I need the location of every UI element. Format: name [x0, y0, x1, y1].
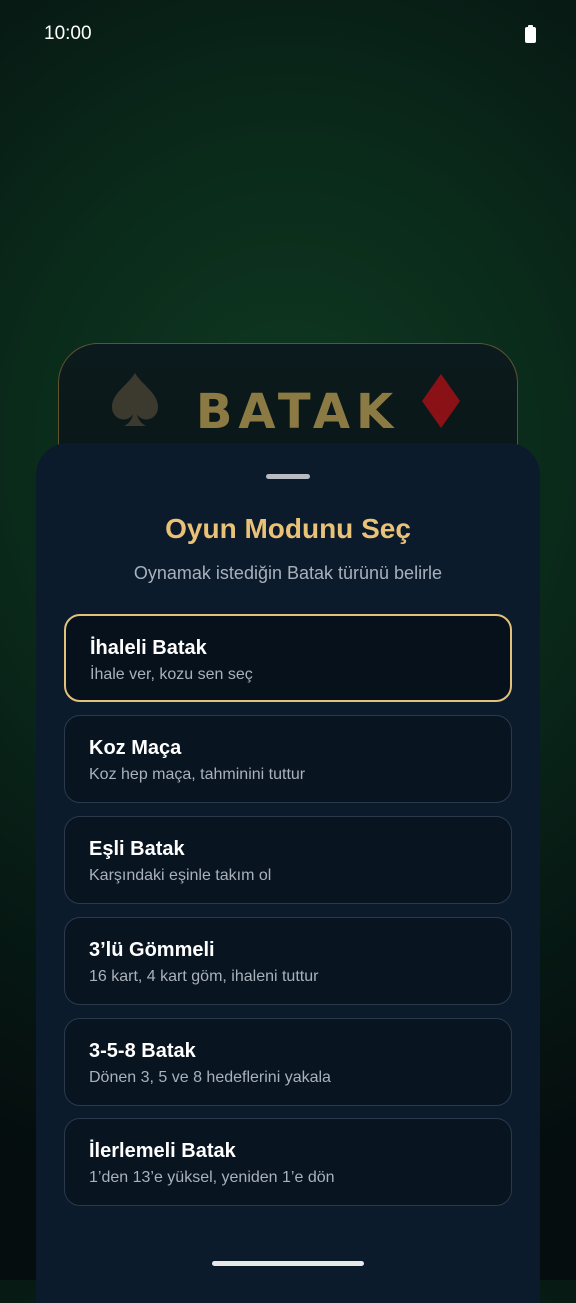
mode-title: İhaleli Batak: [90, 637, 207, 659]
mode-title: İlerlemeli Batak: [89, 1140, 236, 1162]
mode-title: 3-5-8 Batak: [89, 1040, 196, 1062]
home-indicator[interactable]: [212, 1261, 364, 1266]
mode-description: Koz hep maça, tahminini tuttur: [89, 766, 306, 783]
mode-description: Karşındaki eşinle takım ol: [89, 867, 272, 884]
status-time: 10:00: [44, 23, 92, 44]
mode-description: İhale ver, kozu sen seç: [90, 666, 253, 683]
mode-description: 16 kart, 4 kart göm, ihaleni tuttur: [89, 968, 319, 985]
mode-title: Koz Maça: [89, 737, 182, 759]
mode-option-3-5-8-batak[interactable]: 3-5-8 Batak Dönen 3, 5 ve 8 hedeflerini …: [64, 1018, 512, 1106]
mode-option-esli-batak[interactable]: Eşli Batak Karşındaki eşinle takım ol: [64, 816, 512, 904]
mode-bottom-sheet: Oyun Modunu Seç Oynamak istediğin Batak …: [36, 443, 540, 1303]
logo-text: BATAK: [195, 384, 400, 440]
mode-title: Eşli Batak: [89, 838, 185, 860]
mode-title: 3’lü Gömmeli: [89, 939, 215, 961]
battery-icon: [525, 25, 536, 43]
sheet-subtitle: Oynamak istediğin Batak türünü belirle: [133, 563, 443, 583]
mode-description: Dönen 3, 5 ve 8 hedeflerini yakala: [89, 1069, 331, 1086]
mode-option-ihaleli-batak[interactable]: İhaleli Batak İhale ver, kozu sen seç: [64, 614, 512, 702]
mode-option-3lu-gommeli[interactable]: 3’lü Gömmeli 16 kart, 4 kart göm, ihalen…: [64, 917, 512, 1005]
sheet-drag-handle[interactable]: [266, 474, 310, 479]
mode-option-koz-maca[interactable]: Koz Maça Koz hep maça, tahminini tuttur: [64, 715, 512, 803]
spade-icon: [112, 373, 158, 426]
sheet-title: Oyun Modunu Seç: [165, 513, 411, 544]
diamond-icon: [422, 374, 460, 428]
status-bar: 10:00: [0, 0, 576, 68]
mode-option-ilerlemeli-batak[interactable]: İlerlemeli Batak 1’den 13’e yüksel, yeni…: [64, 1118, 512, 1206]
mode-description: 1’den 13’e yüksel, yeniden 1’e dön: [89, 1169, 335, 1186]
